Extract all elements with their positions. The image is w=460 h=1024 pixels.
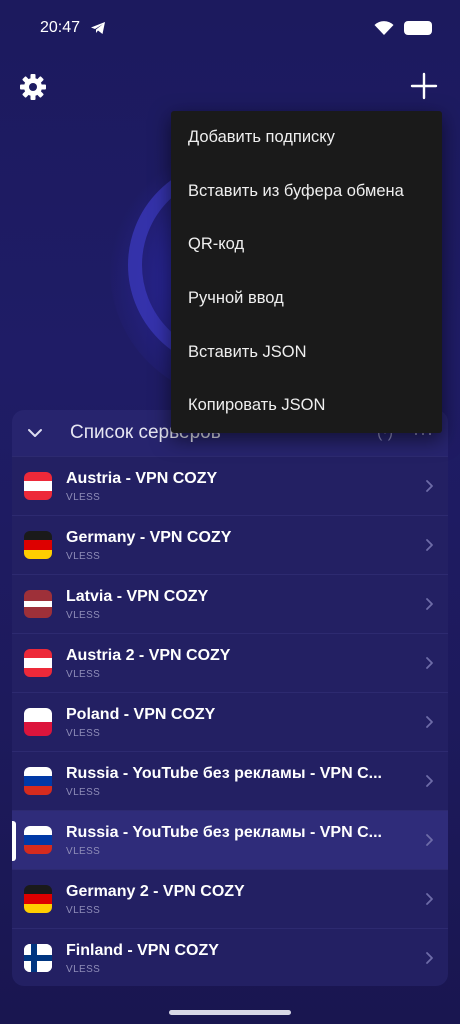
menu-item[interactable]: Вставить из буфера обмена xyxy=(171,165,442,219)
server-text: Austria 2 - VPN COZY VLESS xyxy=(66,647,414,680)
status-left: 20:47 xyxy=(40,19,106,37)
server-name: Germany - VPN COZY xyxy=(66,528,232,546)
server-row[interactable]: Germany 2 - VPN COZY VLESS xyxy=(12,869,448,928)
server-name: Latvia - VPN COZY xyxy=(66,587,209,605)
server-text: Poland - VPN COZY VLESS xyxy=(66,706,414,739)
menu-item[interactable]: Ручной ввод xyxy=(171,272,442,326)
menu-item[interactable]: Добавить подписку xyxy=(171,111,442,165)
battery-icon xyxy=(404,21,432,35)
server-protocol: VLESS xyxy=(66,609,101,621)
finland-flag-icon xyxy=(24,944,52,972)
server-row[interactable]: Finland - VPN COZY VLESS xyxy=(12,928,448,986)
menu-item[interactable]: QR-код xyxy=(171,218,442,272)
status-bar: 20:47 xyxy=(0,0,460,56)
server-protocol: VLESS xyxy=(66,963,101,975)
server-name: Finland - VPN COZY xyxy=(66,941,219,959)
server-protocol: VLESS xyxy=(66,727,101,739)
russia-flag-icon xyxy=(24,767,52,795)
server-row[interactable]: Poland - VPN COZY VLESS xyxy=(12,692,448,751)
server-text: Germany - VPN COZY VLESS xyxy=(66,529,414,562)
server-name: Austria 2 - VPN COZY xyxy=(66,646,231,664)
server-protocol: VLESS xyxy=(66,845,101,857)
chevron-right-icon[interactable] xyxy=(422,656,436,670)
server-protocol: VLESS xyxy=(66,668,101,680)
server-text: Austria - VPN COZY VLESS xyxy=(66,470,414,503)
chevron-right-icon[interactable] xyxy=(422,774,436,788)
server-row[interactable]: Russia - YouTube без рекламы - VPN C... V… xyxy=(12,751,448,810)
server-row[interactable]: Austria - VPN COZY VLESS xyxy=(12,456,448,515)
austria-flag-icon xyxy=(24,649,52,677)
home-indicator xyxy=(169,1010,291,1015)
chevron-right-icon[interactable] xyxy=(422,833,436,847)
settings-gear-icon[interactable] xyxy=(18,72,48,102)
server-text: Russia - YouTube без рекламы - VPN C... V… xyxy=(66,824,414,857)
server-protocol: VLESS xyxy=(66,550,101,562)
server-text: Russia - YouTube без рекламы - VPN C... V… xyxy=(66,765,414,798)
server-protocol: VLESS xyxy=(66,904,101,916)
status-right xyxy=(374,20,432,36)
server-row[interactable]: Latvia - VPN COZY VLESS xyxy=(12,574,448,633)
server-name: Russia - YouTube без рекламы - VPN C... xyxy=(66,764,382,782)
austria-flag-icon xyxy=(24,472,52,500)
germany-flag-icon xyxy=(24,531,52,559)
server-text: Germany 2 - VPN COZY VLESS xyxy=(66,883,414,916)
server-name: Poland - VPN COZY xyxy=(66,705,216,723)
server-name: Russia - YouTube без рекламы - VPN C... xyxy=(66,823,382,841)
russia-flag-icon xyxy=(24,826,52,854)
chevron-right-icon[interactable] xyxy=(422,479,436,493)
server-row[interactable]: Russia - YouTube без рекламы - VPN C... V… xyxy=(12,810,448,869)
top-bar xyxy=(0,66,460,110)
germany-flag-icon xyxy=(24,885,52,913)
poland-flag-icon xyxy=(24,708,52,736)
server-text: Latvia - VPN COZY VLESS xyxy=(66,588,414,621)
chevron-right-icon[interactable] xyxy=(422,538,436,552)
server-name: Austria - VPN COZY xyxy=(66,469,218,487)
server-protocol: VLESS xyxy=(66,491,101,503)
chevron-right-icon[interactable] xyxy=(422,892,436,906)
server-protocol: VLESS xyxy=(66,786,101,798)
clock: 20:47 xyxy=(40,19,81,36)
chevron-down-icon[interactable] xyxy=(26,424,44,442)
menu-item[interactable]: Вставить JSON xyxy=(171,325,442,379)
menu-item[interactable]: Копировать JSON xyxy=(171,379,442,433)
server-list: Austria - VPN COZY VLESS Germany - VPN COZ… xyxy=(12,456,448,986)
chevron-right-icon[interactable] xyxy=(422,715,436,729)
server-name: Germany 2 - VPN COZY xyxy=(66,882,245,900)
server-row[interactable]: Austria 2 - VPN COZY VLESS xyxy=(12,633,448,692)
wifi-icon xyxy=(374,21,394,35)
server-row[interactable]: Germany - VPN COZY VLESS xyxy=(12,515,448,574)
server-text: Finland - VPN COZY VLESS xyxy=(66,942,414,975)
add-plus-icon[interactable] xyxy=(408,70,440,102)
chevron-right-icon[interactable] xyxy=(422,951,436,965)
chevron-right-icon[interactable] xyxy=(422,597,436,611)
add-server-menu: Добавить подписку Вставить из буфера обме… xyxy=(171,111,442,433)
server-list-panel: Список серверов (·) ··· Austria - VPN CO… xyxy=(12,410,448,986)
telegram-icon xyxy=(91,22,106,34)
latvia-flag-icon xyxy=(24,590,52,618)
